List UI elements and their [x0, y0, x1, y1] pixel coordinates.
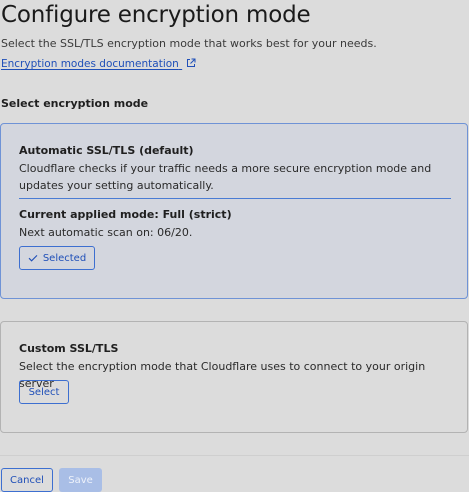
- selected-button[interactable]: Selected: [19, 246, 95, 270]
- section-heading: Select encryption mode: [1, 97, 149, 110]
- selected-button-label: Selected: [42, 252, 87, 264]
- automatic-card-title: Automatic SSL/TLS (default): [19, 144, 194, 157]
- custom-card-description: Select the encryption mode that Cloudfla…: [19, 360, 426, 390]
- custom-ssl-card[interactable]: Custom SSL/TLS Select the encryption mod…: [0, 321, 468, 433]
- custom-card-title: Custom SSL/TLS: [19, 342, 119, 355]
- check-icon: [28, 255, 38, 262]
- cancel-button[interactable]: Cancel: [1, 468, 53, 492]
- page-title: Configure encryption mode: [1, 2, 311, 28]
- doc-link-label: Encryption modes documentation: [1, 58, 179, 70]
- automatic-card-description: Cloudflare checks if your traffic needs …: [19, 162, 432, 192]
- encryption-modes-doc-link[interactable]: Encryption modes documentation: [1, 58, 196, 70]
- page-subtitle: Select the SSL/TLS encryption mode that …: [1, 37, 377, 50]
- footer-divider: [0, 455, 469, 456]
- current-applied-mode: Current applied mode: Full (strict): [19, 208, 232, 221]
- external-link-icon: [187, 58, 196, 67]
- automatic-ssl-card[interactable]: Automatic SSL/TLS (default) Cloudflare c…: [0, 123, 468, 299]
- next-scan-date: Next automatic scan on: 06/20.: [19, 226, 193, 239]
- card-divider: [19, 198, 451, 199]
- select-button[interactable]: Select: [19, 380, 69, 404]
- save-button[interactable]: Save: [59, 468, 102, 492]
